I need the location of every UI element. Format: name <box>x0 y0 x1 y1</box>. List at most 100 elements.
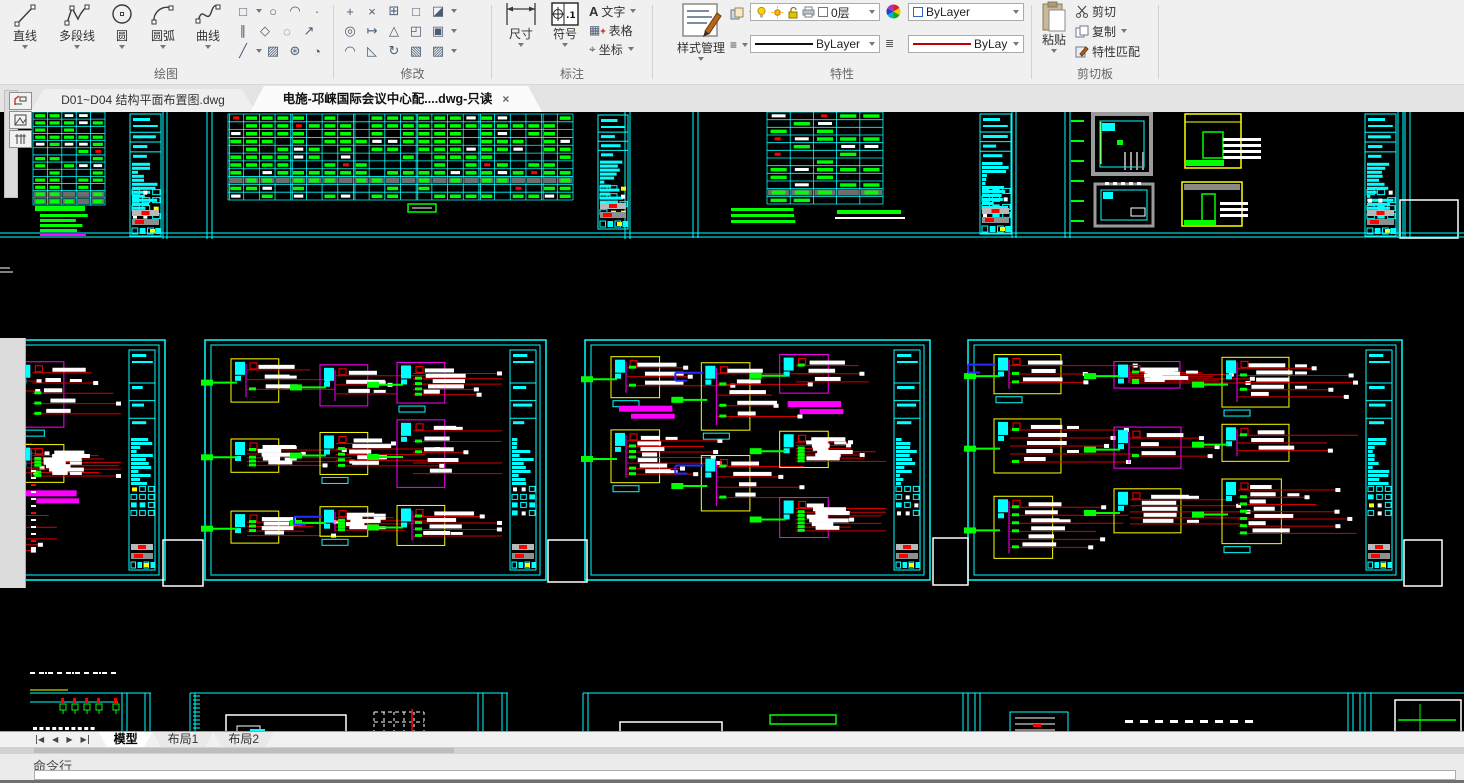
polyline-button[interactable]: 多段线 <box>48 1 106 49</box>
tab-layout2[interactable]: 布局2 <box>213 732 274 748</box>
tab-layout1[interactable]: 布局1 <box>153 732 214 748</box>
revision-cloud-icon[interactable]: ◌ <box>276 22 298 41</box>
tab-model[interactable]: 模型 <box>99 732 153 748</box>
chamfer-icon[interactable]: ◺ <box>361 42 383 61</box>
array-icon[interactable]: ⊞ <box>383 2 405 21</box>
dropdown-caret-icon[interactable] <box>1013 42 1019 46</box>
last-layout-icon[interactable]: ▶ <box>80 735 89 744</box>
panel-divider <box>1158 5 1159 79</box>
dropdown-caret-icon[interactable] <box>451 49 457 53</box>
doc-tab-electrical[interactable]: 电施-邛崃国际会议中心配....dwg-只读 × <box>250 86 542 112</box>
table-button[interactable]: ▦+ 表格 <box>589 21 636 39</box>
wipeout-icon[interactable]: ◔ <box>306 42 328 61</box>
arc-tool-icon[interactable]: ◠ <box>284 2 306 21</box>
layer-off-button[interactable] <box>9 130 32 148</box>
group-icon[interactable]: ⊛ <box>284 42 306 61</box>
lineweight-menu-button[interactable]: ≡ <box>730 36 749 54</box>
linetype-combo[interactable]: ByLay <box>908 35 1024 53</box>
hatch-icon[interactable]: ▨ <box>262 42 284 61</box>
dropdown-caret-icon[interactable] <box>698 57 704 61</box>
dropdown-caret-icon[interactable] <box>451 29 457 33</box>
ellipse-icon[interactable]: ○ <box>262 2 284 21</box>
color-wheel-icon[interactable] <box>885 3 902 20</box>
first-layout-icon[interactable]: ◀ <box>36 735 44 744</box>
dropdown-caret-icon[interactable] <box>518 43 524 47</box>
construction-line-icon[interactable]: ╱ <box>232 42 254 61</box>
dropdown-caret-icon[interactable] <box>74 45 80 49</box>
erase-icon[interactable]: ◪ <box>427 2 449 21</box>
cut-button[interactable]: 剪切 <box>1075 2 1140 20</box>
draw-extra-icons: □ ○ ◠ · ∥ ◇ ◌ ↗ ╱ ▨ ⊛ ◔ <box>232 1 328 61</box>
dropdown-caret-icon[interactable] <box>1121 29 1128 33</box>
arc-button[interactable]: 圆弧 <box>140 1 186 49</box>
rotate-icon[interactable]: ↻ <box>383 42 405 61</box>
panel-draw-label: 绘图 <box>153 67 178 81</box>
dropdown-caret-icon[interactable] <box>562 43 568 47</box>
move-icon[interactable]: + <box>339 2 361 21</box>
dropdown-caret-icon[interactable] <box>1051 49 1057 53</box>
cut-label: 剪切 <box>1092 4 1117 19</box>
dropdown-caret-icon[interactable] <box>869 10 875 14</box>
match-properties-button[interactable]: 特性匹配 <box>1075 42 1140 60</box>
style-manager-button[interactable]: 样式管理 <box>662 1 740 61</box>
dropdown-caret-icon[interactable] <box>627 47 634 51</box>
command-input[interactable] <box>34 770 1456 780</box>
symbol-button[interactable]: .1 符号 <box>544 1 586 47</box>
dropdown-caret-icon[interactable] <box>205 45 211 49</box>
dropdown-caret-icon[interactable] <box>119 45 125 49</box>
text-button[interactable]: A 文字 <box>589 2 637 20</box>
extend-icon[interactable]: ↦ <box>361 22 383 41</box>
layer-freeze-button[interactable] <box>9 111 32 129</box>
trim-icon[interactable]: × <box>361 2 383 21</box>
doc-tab-structure[interactable]: D01~D04 结构平面布置图.dwg <box>30 89 256 112</box>
docked-palette-strip <box>0 338 26 588</box>
color-value: ByLayer <box>926 5 971 19</box>
coordinate-icon: ⌖ <box>589 41 596 56</box>
match-properties-icon <box>1075 45 1089 57</box>
prev-layout-icon[interactable]: ◀ <box>52 735 58 744</box>
lineweight-combo[interactable]: ByLayer <box>750 35 880 53</box>
paste-icon <box>1042 1 1066 32</box>
copy-circle-icon[interactable]: ◎ <box>339 22 361 41</box>
color-combo[interactable]: ByLayer <box>908 3 1024 21</box>
panel-modify-label: 修改 <box>400 67 425 81</box>
mirror-icon[interactable]: △ <box>383 22 405 41</box>
box-3d-icon[interactable]: ▧ <box>405 42 427 61</box>
copy-button[interactable]: 复制 <box>1075 22 1140 40</box>
dropdown-caret-icon[interactable] <box>22 45 28 49</box>
spline-button[interactable]: 曲线 <box>186 1 230 49</box>
point-icon[interactable]: · <box>306 2 328 21</box>
circle-button[interactable]: 圆 <box>104 1 140 49</box>
panel-draw: 直线 多段线 圆 圆弧 曲线 □ ○ ◠ · ∥ ◇ ◌ ↗ ╱ ▨ ⊛ ◔ 绘… <box>0 0 332 85</box>
dropdown-caret-icon[interactable] <box>869 42 875 46</box>
fillet-icon[interactable]: ◠ <box>339 42 361 61</box>
dropdown-caret-icon[interactable] <box>742 43 749 47</box>
paste-button[interactable]: 粘贴 <box>1036 1 1072 53</box>
rectangle-icon[interactable]: □ <box>232 2 254 21</box>
corner-icon[interactable]: ◰ <box>405 22 427 41</box>
hatch-mod-icon[interactable]: ▨ <box>427 42 449 61</box>
dropdown-caret-icon[interactable] <box>630 9 637 13</box>
close-icon[interactable]: × <box>502 92 509 106</box>
drawing-canvas[interactable] <box>0 111 1464 741</box>
linetype-menu-icon[interactable]: ≣ <box>885 37 895 50</box>
match-properties-label: 特性匹配 <box>1092 44 1141 59</box>
leader-icon[interactable]: ↗ <box>298 22 320 41</box>
offset-icon[interactable]: ▣ <box>427 22 449 41</box>
dropdown-caret-icon[interactable] <box>160 45 166 49</box>
coordinate-button[interactable]: ⌖ 坐标 <box>589 40 636 58</box>
next-layout-icon[interactable]: ▶ <box>66 735 72 744</box>
layer-combo[interactable]: 0层 <box>750 3 880 21</box>
double-line-icon[interactable]: ∥ <box>232 22 254 41</box>
bulb-icon <box>757 6 766 17</box>
horizontal-scrollbar[interactable] <box>0 747 1464 754</box>
region-icon[interactable]: ◇ <box>254 22 276 41</box>
dimension-button[interactable]: 尺寸 <box>500 1 542 47</box>
printer-icon <box>802 6 815 18</box>
scrollbar-thumb[interactable] <box>34 748 454 753</box>
layer-walk-button[interactable] <box>9 92 32 110</box>
line-button[interactable]: 直线 <box>4 1 46 49</box>
dropdown-caret-icon[interactable] <box>451 9 457 13</box>
rectangle-mod-icon[interactable]: □ <box>405 2 427 21</box>
dropdown-caret-icon[interactable] <box>1013 10 1019 14</box>
